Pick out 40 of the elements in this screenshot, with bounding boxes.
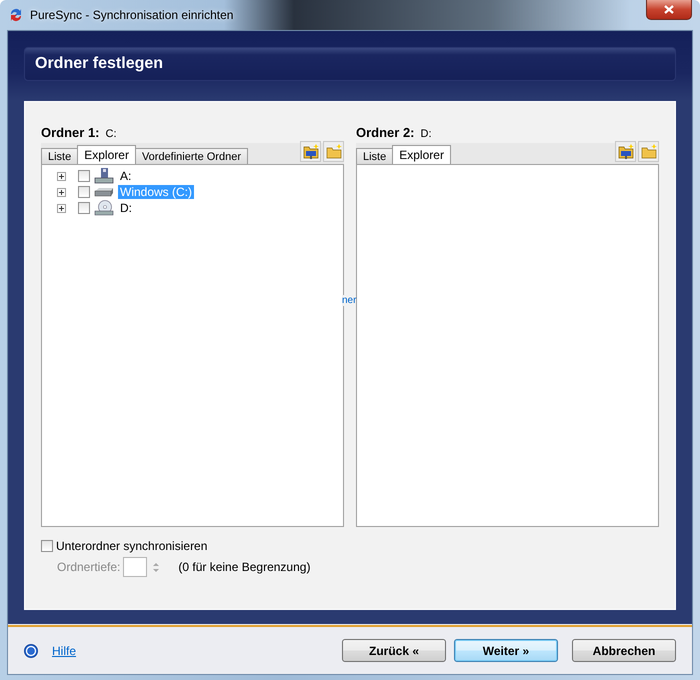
folder-path: D: <box>420 128 432 140</box>
checkbox[interactable] <box>78 170 90 182</box>
folder-label: Ordner 1: <box>41 125 100 140</box>
tree-item[interactable]: D: <box>118 201 134 215</box>
checkbox-label[interactable]: Unterordner synchronisieren <box>56 539 208 553</box>
new-folder-button[interactable] <box>323 141 344 162</box>
floppy-drive-icon <box>94 168 114 184</box>
tab[interactable]: Explorer <box>392 145 451 164</box>
expand-toggle[interactable] <box>57 204 66 212</box>
ftp-folder-button[interactable] <box>615 141 636 162</box>
new-folder-button[interactable] <box>638 141 659 162</box>
help-icon <box>24 644 38 658</box>
dialog-button[interactable]: Abbrechen <box>572 639 676 662</box>
expand-toggle[interactable] <box>57 172 66 180</box>
sync-arrows-icon <box>8 7 24 23</box>
tree-item[interactable]: A: <box>118 169 134 183</box>
tab[interactable]: Liste <box>356 148 394 164</box>
folder-path: C: <box>106 128 117 140</box>
folder-label: Ordner 2: <box>356 125 415 140</box>
expand-toggle[interactable] <box>57 188 66 196</box>
ftp-folder-button[interactable] <box>300 141 321 162</box>
help-link[interactable]: Hilfe <box>52 644 76 658</box>
tab[interactable]: Liste <box>41 148 78 164</box>
folder-icon <box>326 144 342 160</box>
depth-label: Ordnertiefe: <box>57 560 120 574</box>
dialog-button[interactable]: Weiter » <box>454 639 558 662</box>
cd-drive-icon <box>94 200 114 216</box>
tab[interactable]: Explorer <box>77 145 136 164</box>
link-fragment[interactable]: ner <box>342 295 356 306</box>
checkbox[interactable] <box>78 202 90 214</box>
close-button[interactable] <box>646 0 692 20</box>
folder-icon <box>640 144 656 160</box>
tab[interactable]: Vordefinierte Ordner <box>134 148 248 164</box>
depth-hint: (0 für keine Begrenzung) <box>178 560 310 574</box>
close-icon <box>664 5 674 14</box>
checkbox[interactable] <box>41 540 53 552</box>
window-title: PureSync - Synchronisation einrichten <box>30 8 234 22</box>
dialog-button[interactable]: Zurück « <box>342 639 446 662</box>
checkbox[interactable] <box>78 186 90 198</box>
page-heading: Ordner festlegen <box>24 47 676 81</box>
